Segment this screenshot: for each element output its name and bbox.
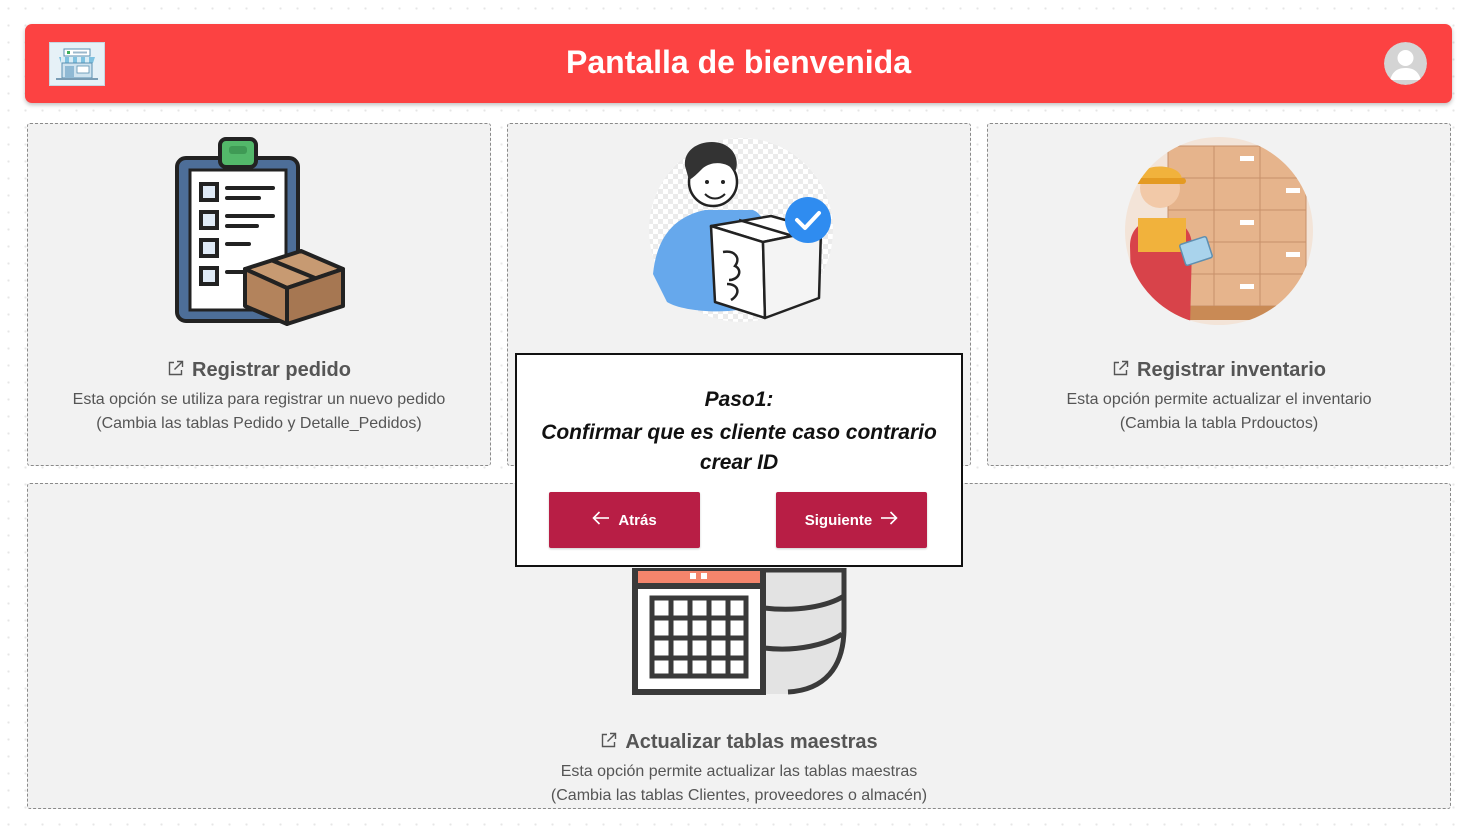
card-description: Esta opción se utiliza para registrar un…: [72, 391, 446, 432]
external-link-icon: [600, 732, 617, 755]
arrow-left-icon: [592, 511, 610, 529]
step-message: Confirmar que es cliente caso contrario …: [541, 421, 937, 474]
person-holding-box-icon: [643, 134, 838, 326]
user-avatar-icon[interactable]: [1384, 42, 1427, 85]
back-button-label: Atrás: [618, 511, 657, 529]
next-button[interactable]: Siguiente: [776, 492, 927, 548]
card-description: Esta opción permite actualizar el invent…: [1066, 391, 1372, 432]
external-link-icon: [1112, 360, 1129, 383]
page-title: Pantalla de bienvenida: [566, 44, 911, 80]
card-title-registrar-inventario[interactable]: Registrar inventario: [988, 359, 1450, 383]
card-title-actualizar-tablas-maestras[interactable]: Actualizar tablas maestras: [28, 731, 1450, 755]
card-title-registrar-pedido[interactable]: Registrar pedido: [28, 359, 490, 383]
clipboard-box-icon: [173, 136, 348, 326]
arrow-right-icon: [880, 511, 898, 529]
card-description: Esta opción permite actualizar las tabla…: [550, 763, 928, 804]
app-header: Pantalla de bienvenida: [25, 24, 1452, 103]
external-link-icon: [167, 360, 184, 383]
calendar-database-icon: [628, 565, 850, 696]
next-button-label: Siguiente: [804, 511, 873, 529]
step-label: Paso1:: [704, 388, 774, 411]
warehouse-worker-icon: [1120, 136, 1318, 326]
step-dialog: Paso1: Confirmar que es cliente caso con…: [515, 353, 963, 567]
card-registrar-inventario[interactable]: Registrar inventario Esta opción permite…: [987, 123, 1451, 466]
back-button[interactable]: Atrás: [549, 492, 700, 548]
card-registrar-pedido[interactable]: Registrar pedido Esta opción se utiliza …: [27, 123, 491, 466]
